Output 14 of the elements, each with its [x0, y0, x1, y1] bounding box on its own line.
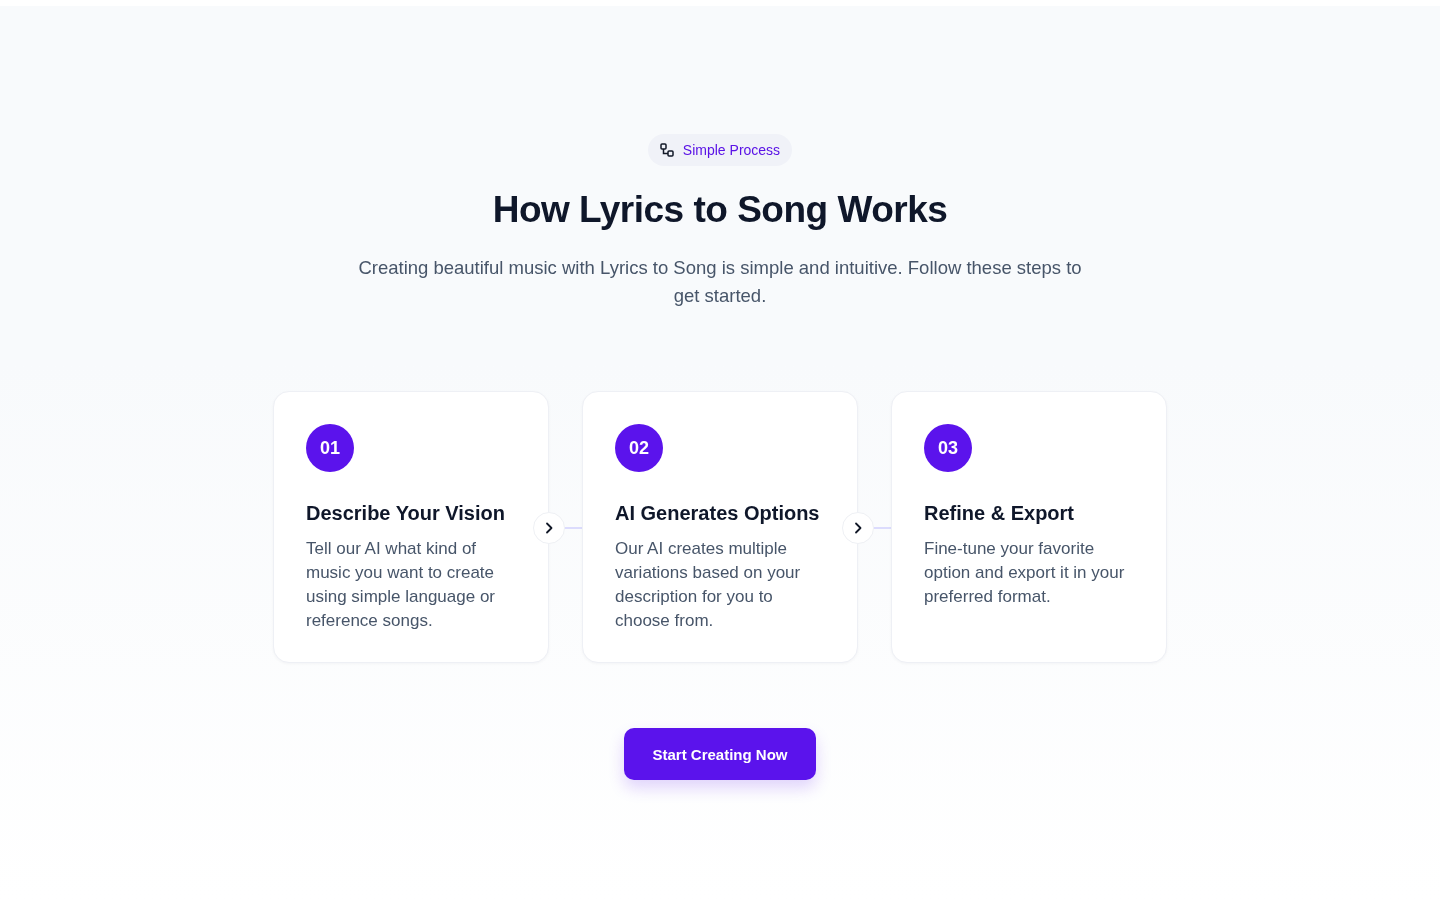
- step-description: Fine-tune your favorite option and export it in your preferred format.: [924, 538, 1126, 608]
- step-description: Tell our AI what kind of music you want to create using simple language or reference songs.: [306, 538, 496, 632]
- section-heading: How Lyrics to Song Works: [492, 188, 948, 232]
- step-title: Refine & Export: [924, 501, 1076, 526]
- linked-squares-icon: [659, 143, 674, 157]
- intro-text: Creating beautiful music with Lyrics to Song is simple and intuitive. Follow these steps to get started.: [357, 256, 1083, 308]
- badge-label: Simple Process: [682, 141, 781, 159]
- step-number-badge: 02: [615, 424, 663, 472]
- step-description: Our AI creates multiple variations based on your description for you to choose from.: [615, 538, 802, 632]
- step-number-badge: 01: [306, 424, 354, 472]
- start-creating-button[interactable]: Start Creating Now: [624, 728, 816, 780]
- step-title: Describe Your Vision: [306, 501, 506, 526]
- step-title: AI Generates Options: [615, 501, 821, 526]
- step-number-badge: 03: [924, 424, 972, 472]
